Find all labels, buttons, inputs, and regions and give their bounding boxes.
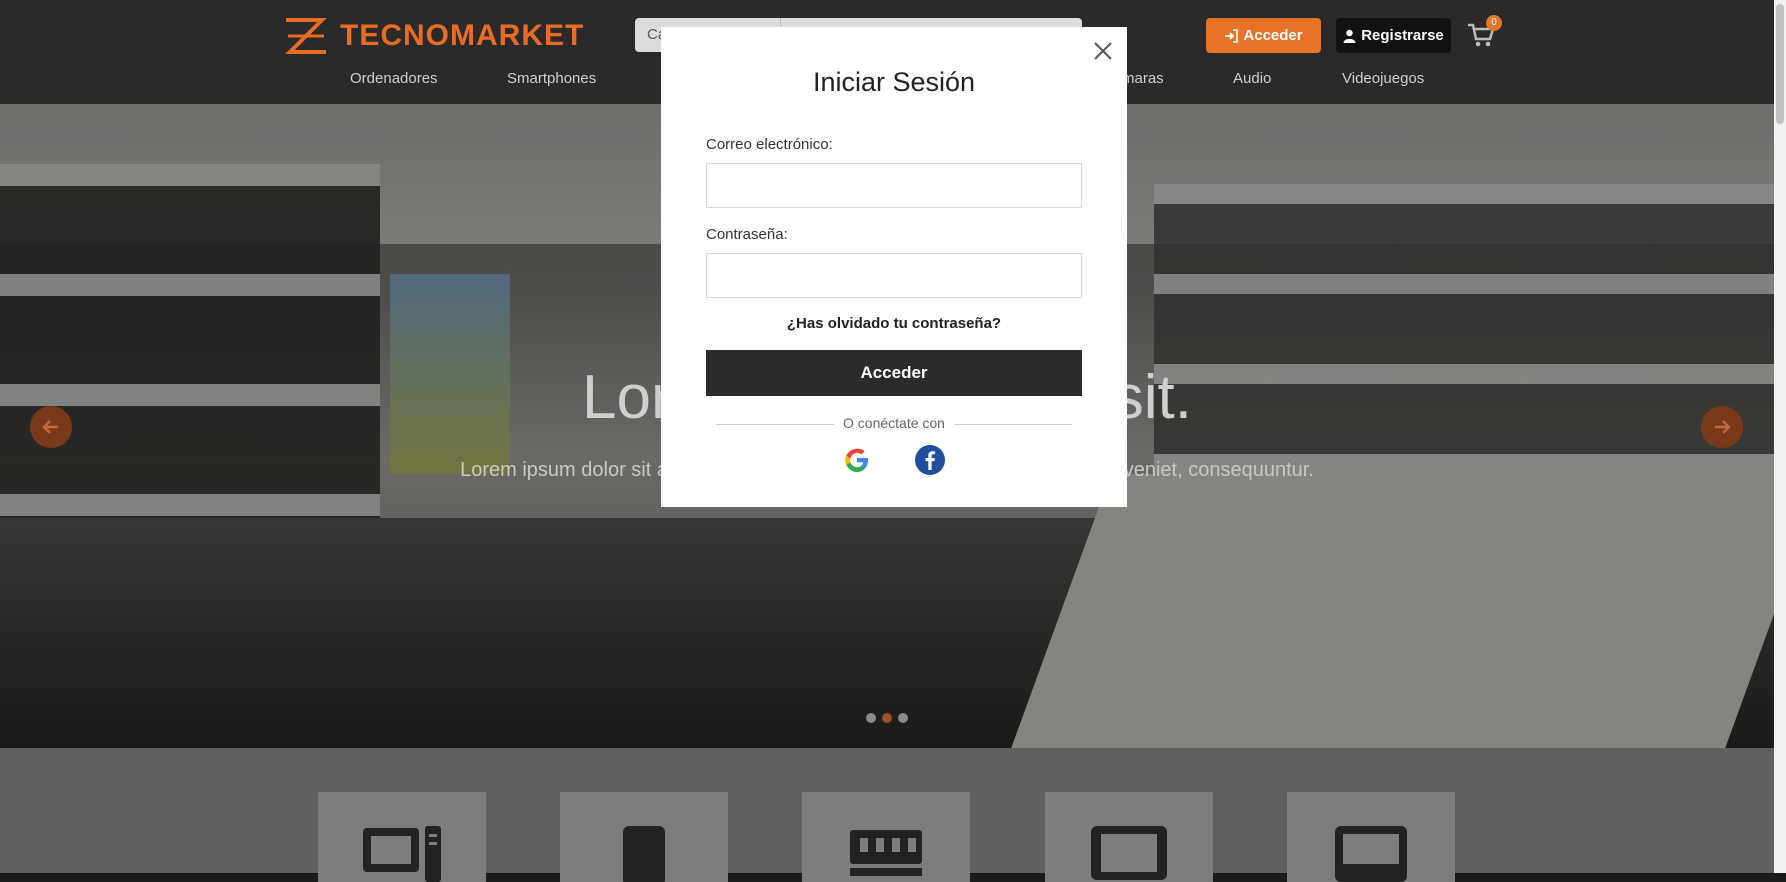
social-separator: O conéctate con [716,414,1072,434]
logo-icon [285,18,327,54]
facebook-login-button[interactable] [914,444,946,476]
category-card-smartphones[interactable] [560,792,728,882]
arrow-right-icon [1715,420,1731,434]
category-card-ordenadores[interactable] [318,792,486,882]
page-scrollbar[interactable] [1774,0,1786,873]
scrollbar-thumb[interactable] [1776,4,1784,124]
separator-text: O conéctate con [843,415,945,431]
google-login-button[interactable] [841,444,873,476]
login-button-label: Acceder [1243,27,1303,44]
modal-title: Iniciar Sesión [812,67,976,97]
carousel-indicators [866,713,908,723]
category-section [0,748,1774,882]
nav-item-audio[interactable]: Audio [1233,70,1271,87]
google-icon [845,448,868,472]
facebook-icon [915,445,945,475]
register-button[interactable]: Registrarse [1336,18,1451,53]
close-modal-button[interactable] [1091,39,1115,63]
cart-count-badge: 0 [1486,15,1502,31]
login-button[interactable]: Acceder [1206,18,1321,53]
page: TECNOMARKET Ca Acceder Registrarse 0 Ord… [0,0,1774,882]
logo[interactable]: TECNOMARKET [282,16,584,56]
arrow-left-icon [42,420,58,434]
memory-ram-icon [850,830,922,876]
laptop-icon [1091,826,1167,880]
email-label: Correo electrónico: [706,136,833,153]
forgot-password-link[interactable]: ¿Has olvidado tu contraseña? [661,315,1127,332]
nav-item-smartphones[interactable]: Smartphones [507,70,596,87]
email-field[interactable] [706,163,1082,208]
category-card-componentes[interactable] [802,792,970,882]
nav-item-videojuegos[interactable]: Videojuegos [1342,70,1424,87]
login-icon [1225,28,1239,43]
user-icon [1343,29,1356,43]
tablet-icon [1335,826,1407,882]
category-card-portatiles[interactable] [1045,792,1213,882]
carousel-prev-button[interactable] [30,406,72,448]
nav-item-camaras[interactable]: maras [1122,70,1164,87]
carousel-next-button[interactable] [1701,406,1743,448]
password-field[interactable] [706,253,1082,298]
login-submit-button[interactable]: Acceder [706,350,1082,396]
logo-text: TECNOMARKET [340,19,585,52]
carousel-dot-3[interactable] [898,713,908,723]
desktop-pc-icon [363,826,441,882]
login-modal: Iniciar Sesión Correo electrónico: Contr… [661,27,1127,507]
carousel-dot-2[interactable] [882,713,892,723]
smartphone-icon [623,826,665,882]
password-label: Contraseña: [706,226,788,243]
register-button-label: Registrarse [1361,27,1444,44]
category-card-tablets[interactable] [1287,792,1455,882]
close-icon [1094,42,1112,60]
nav-item-ordenadores[interactable]: Ordenadores [350,70,438,87]
carousel-dot-1[interactable] [866,713,876,723]
